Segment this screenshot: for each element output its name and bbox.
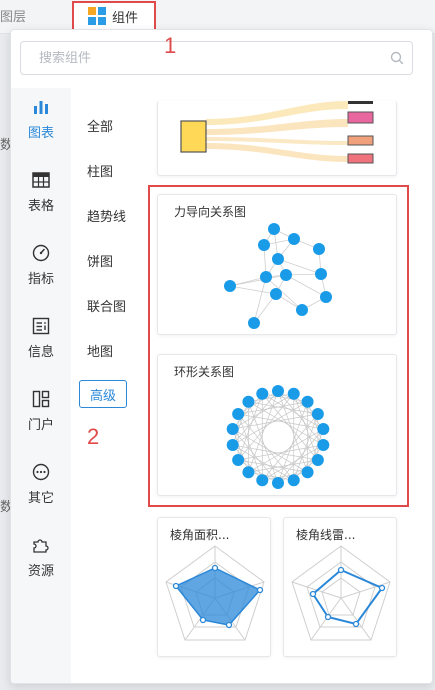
annotation-number: 1: [164, 33, 177, 58]
tab-components[interactable]: 组件: [72, 1, 156, 31]
search-input[interactable]: [39, 50, 382, 66]
info-card-icon: [30, 315, 52, 337]
chart-card-sankey[interactable]: [157, 101, 397, 176]
rail-item-label: 表格: [27, 198, 54, 214]
chart-card-radar-area[interactable]: 棱角面积...: [157, 517, 271, 657]
rail-item-label: 图表: [27, 125, 54, 141]
subcategory-all[interactable]: 全部: [87, 116, 113, 135]
rail-item-label: 指标: [27, 271, 54, 287]
gauge-icon: [30, 242, 52, 264]
subcategory-pie[interactable]: 饼图: [87, 251, 113, 270]
card-title: 棱角线雷...: [296, 528, 356, 542]
tab-components-label: 组件: [112, 10, 139, 26]
rail-item-label: 资源: [27, 563, 54, 579]
rail-item-table[interactable]: 表格: [11, 161, 71, 221]
card-title: 棱角面积...: [170, 528, 230, 542]
highlight-box: [148, 185, 409, 507]
rail-item-indicator[interactable]: 指标: [11, 234, 71, 294]
portal-layout-icon: [30, 388, 52, 410]
search-box: [20, 41, 413, 75]
sankey-target-node: [347, 153, 374, 164]
sankey-source-node: [180, 120, 207, 153]
sankey-target-node: [348, 101, 373, 104]
subcategory-trend[interactable]: 趋势线: [87, 206, 126, 225]
category-rail: 图表 表格 指标 信息 门户 其它 资源: [11, 88, 71, 683]
component-grid-icon: [88, 7, 106, 25]
tab-layers[interactable]: 图层: [0, 6, 26, 25]
chart-card-radar-line[interactable]: 棱角线雷...: [283, 517, 397, 657]
search-icon[interactable]: [382, 51, 412, 65]
table-icon: [30, 169, 52, 191]
rail-item-other[interactable]: 其它: [11, 453, 71, 513]
sankey-target-node: [347, 135, 374, 146]
rail-item-chart[interactable]: 图表: [11, 88, 71, 148]
annotation-number: 2: [87, 424, 100, 449]
bar-chart-icon: [30, 96, 52, 118]
sankey-target-node: [347, 111, 374, 124]
subcategory-advanced[interactable]: 高级: [79, 380, 127, 408]
rail-item-info[interactable]: 信息: [11, 307, 71, 367]
subcategory-map[interactable]: 地图: [87, 341, 113, 360]
sankey-preview: [180, 101, 374, 164]
subcategory-bar[interactable]: 柱图: [87, 161, 113, 180]
rail-item-label: 其它: [27, 490, 54, 506]
puzzle-icon: [30, 534, 52, 556]
subcategory-combo[interactable]: 联合图: [87, 296, 126, 315]
rail-item-portal[interactable]: 门户: [11, 380, 71, 440]
rail-item-label: 信息: [27, 344, 54, 360]
rail-item-label: 门户: [27, 417, 54, 433]
rail-item-resource[interactable]: 资源: [11, 526, 71, 586]
more-dots-icon: [30, 461, 52, 483]
component-panel: 图表 表格 指标 信息 门户: [10, 29, 433, 684]
